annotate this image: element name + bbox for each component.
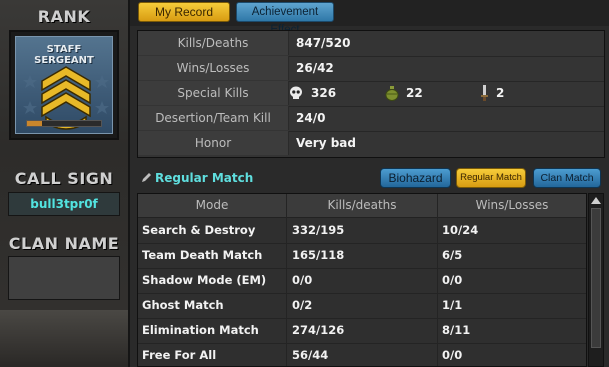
wins-losses-cell: 6/5 bbox=[442, 248, 463, 262]
record-label: Special Kills bbox=[138, 81, 289, 105]
record-label: Honor bbox=[138, 131, 289, 155]
record-row: Honor Very bad bbox=[138, 131, 604, 156]
rank-progress-bar bbox=[26, 120, 102, 127]
wins-losses-cell: 0/0 bbox=[442, 273, 463, 287]
record-value: 24/0 bbox=[296, 111, 326, 125]
table-row[interactable]: Ghost Match 0/2 1/1 bbox=[138, 293, 586, 319]
table-row[interactable]: Team Death Match 165/118 6/5 bbox=[138, 243, 586, 269]
skull-kills-count: 326 bbox=[311, 86, 337, 100]
record-label: Wins/Losses bbox=[138, 56, 289, 80]
record-label: Desertion/Team Kill bbox=[138, 106, 289, 130]
kills-deaths-cell: 0/2 bbox=[292, 298, 313, 312]
rank-insignia: STAFF SERGEANT bbox=[15, 36, 113, 134]
column-header-kills-deaths: Kills/deaths bbox=[327, 198, 397, 212]
scrollbar-thumb[interactable] bbox=[591, 208, 601, 348]
record-row: Wins/Losses 26/42 bbox=[138, 56, 604, 82]
wins-losses-cell: 10/24 bbox=[442, 223, 479, 237]
kills-deaths-cell: 332/195 bbox=[292, 223, 345, 237]
record-tabs: My Record Achievement Effect bbox=[130, 0, 609, 36]
scroll-up-arrow-icon[interactable] bbox=[591, 197, 601, 204]
callsign-value: bull3tpr0f bbox=[8, 192, 120, 216]
knife-icon bbox=[481, 85, 488, 101]
regular-match-button[interactable]: Regular Match bbox=[456, 168, 526, 188]
wins-losses-cell: 8/11 bbox=[442, 323, 471, 337]
callsign-label: CALL SIGN bbox=[14, 169, 114, 188]
biohazard-button[interactable]: Biohazard bbox=[380, 168, 451, 188]
mode-cell: Shadow Mode (EM) bbox=[142, 273, 267, 287]
match-title: Regular Match bbox=[155, 171, 254, 185]
record-label: Kills/Deaths bbox=[138, 31, 289, 55]
table-row[interactable]: Shadow Mode (EM) 0/0 0/0 bbox=[138, 268, 586, 294]
record-value: 847/520 bbox=[296, 36, 351, 50]
clan-name-value bbox=[8, 256, 120, 300]
mode-cell: Search & Destroy bbox=[142, 223, 256, 237]
kills-deaths-cell: 165/118 bbox=[292, 248, 345, 262]
profile-sidebar: RANK STAFF SERGEANT CALL SIGN bull3tpr0f… bbox=[0, 0, 130, 367]
table-header: Mode Kills/deaths Wins/Losses bbox=[138, 194, 586, 218]
column-header-wins-losses: Wins/Losses bbox=[475, 198, 549, 212]
table-row[interactable]: Free For All 56/44 0/0 bbox=[138, 343, 586, 366]
kills-deaths-cell: 56/44 bbox=[292, 348, 329, 362]
table-row[interactable]: Search & Destroy 332/195 10/24 bbox=[138, 218, 586, 244]
mode-cell: Free For All bbox=[142, 348, 217, 362]
table-row[interactable]: Elimination Match 274/126 8/11 bbox=[138, 318, 586, 344]
rank-badge: STAFF SERGEANT bbox=[9, 30, 119, 140]
record-summary-panel: Kills/Deaths 847/520 Wins/Losses 26/42 S… bbox=[137, 30, 605, 158]
background-artwork bbox=[0, 310, 128, 367]
rank-label: RANK bbox=[37, 7, 91, 26]
record-value: Very bad bbox=[296, 136, 356, 150]
mode-cell: Ghost Match bbox=[142, 298, 224, 312]
clan-name-label: CLAN NAME bbox=[8, 234, 120, 253]
wins-losses-cell: 1/1 bbox=[442, 298, 463, 312]
column-header-mode: Mode bbox=[195, 198, 229, 212]
knife-kills-count: 2 bbox=[496, 86, 505, 100]
clan-match-button[interactable]: Clan Match bbox=[533, 168, 601, 188]
mode-cell: Team Death Match bbox=[142, 248, 263, 262]
match-stats-table: Mode Kills/deaths Wins/Losses Search & D… bbox=[137, 193, 587, 367]
wins-losses-cell: 0/0 bbox=[442, 348, 463, 362]
pencil-icon bbox=[142, 173, 151, 182]
record-row: Kills/Deaths 847/520 bbox=[138, 31, 604, 57]
mode-cell: Elimination Match bbox=[142, 323, 259, 337]
record-row: Special Kills 326 22 2 bbox=[138, 81, 604, 107]
skull-icon bbox=[290, 86, 302, 99]
kills-deaths-cell: 274/126 bbox=[292, 323, 345, 337]
record-row: Desertion/Team Kill 24/0 bbox=[138, 106, 604, 132]
table-scrollbar[interactable] bbox=[588, 193, 604, 367]
tab-achievement-effect[interactable]: Achievement Effect bbox=[236, 2, 334, 36]
grenade-icon bbox=[385, 86, 399, 101]
match-header: Regular Match Biohazard Regular Match Cl… bbox=[137, 167, 605, 189]
grenade-kills-count: 22 bbox=[406, 86, 423, 100]
rank-progress-fill bbox=[27, 121, 42, 126]
rank-title-line1: STAFF bbox=[46, 44, 82, 55]
tab-my-record[interactable]: My Record bbox=[138, 2, 230, 22]
record-value: 26/42 bbox=[296, 61, 334, 75]
kills-deaths-cell: 0/0 bbox=[292, 273, 313, 287]
